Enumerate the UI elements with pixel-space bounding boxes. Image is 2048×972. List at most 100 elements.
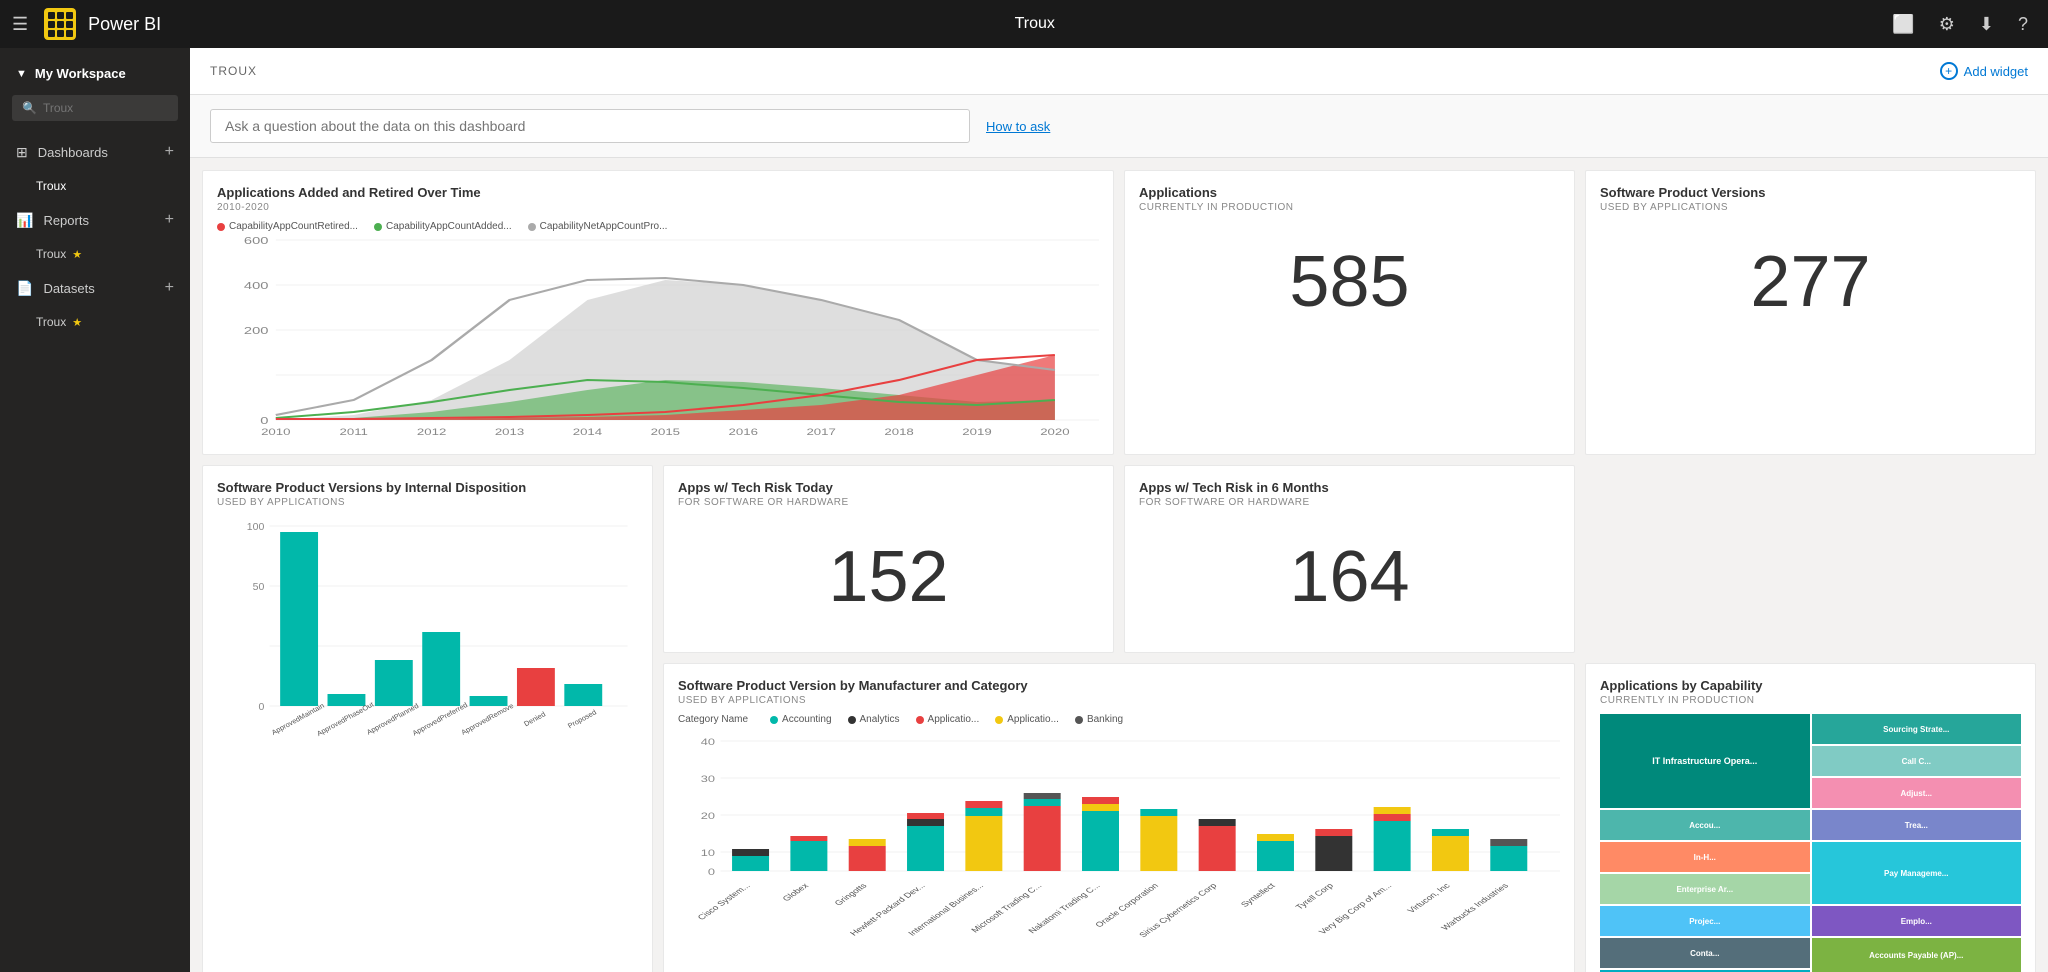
svg-text:2020: 2020 [1040,428,1069,438]
software-versions-value: 277 [1600,221,2021,343]
tm-conta: Conta... [1600,938,1810,968]
card-tech-risk-today-subtitle: FOR SOFTWARE OR HARDWARE [678,497,1099,508]
add-widget-label: Add widget [1964,64,2028,79]
legend-added-label: CapabilityAppCountAdded... [386,221,512,232]
search-icon: 🔍 [22,101,37,115]
card-sw-mfr-title: Software Product Version by Manufacturer… [678,678,1560,693]
legend-added: CapabilityAppCountAdded... [374,221,512,232]
card-tech-risk-6m-title: Apps w/ Tech Risk in 6 Months [1139,480,1560,495]
legend-accounting: Accounting [782,714,831,725]
svg-text:2010: 2010 [261,428,290,438]
apps-tech-risk-6m-value: 164 [1139,516,1560,638]
add-dashboard-icon[interactable]: + [165,143,174,161]
page-title: Troux [1015,15,1055,32]
svg-text:20: 20 [701,812,715,822]
svg-text:2014: 2014 [573,428,602,438]
sidebar-sub-troux-dataset[interactable]: Troux ★ [0,307,190,337]
svg-text:10: 10 [701,849,715,859]
legend-retired: CapabilityAppCountRetired... [217,221,358,232]
svg-text:40: 40 [701,738,715,748]
card-software-versions: Software Product Versions USED BY APPLIC… [1585,170,2036,455]
hamburger-menu[interactable]: ☰ [12,14,28,35]
screen-icon[interactable]: ⬜ [1884,10,1922,39]
card-applications-title: Applications [1139,185,1560,200]
qa-input[interactable] [210,109,970,143]
svg-text:Globex: Globex [780,881,811,903]
qa-bar: How to ask [190,95,2048,158]
tm-trea: Trea... [1812,810,2022,840]
sidebar-reports-label: Reports [43,213,164,228]
add-widget-circle-icon: + [1940,62,1958,80]
reports-icon: 📊 [16,212,33,229]
svg-text:Tyrell Corp: Tyrell Corp [1293,881,1335,911]
card-applications-subtitle: CURRENTLY IN PRODUCTION [1139,202,1560,213]
how-to-ask-link[interactable]: How to ask [986,119,1050,134]
add-widget-button[interactable]: + Add widget [1940,62,2028,80]
card-tech-risk-today-title: Apps w/ Tech Risk Today [678,480,1099,495]
svg-text:2016: 2016 [729,428,758,438]
tm-it-infra: IT Infrastructure Opera... [1600,714,1810,808]
svg-text:50: 50 [253,582,265,593]
search-input[interactable] [43,101,168,115]
legend-analytics: Analytics [860,714,900,725]
card-tech-risk-6m-subtitle: FOR SOFTWARE OR HARDWARE [1139,497,1560,508]
svg-text:2018: 2018 [884,428,913,438]
bar-chart-internal-disp-svg: 100 50 0 ApprovedMaintain ApprovedPhaseO… [217,516,638,776]
svg-text:2017: 2017 [806,428,835,438]
sidebar-item-datasets[interactable]: 📄 Datasets + [0,269,190,307]
help-icon[interactable]: ? [2010,10,2036,39]
sidebar-datasets-label: Datasets [43,281,164,296]
add-dataset-icon[interactable]: + [165,279,174,297]
legend-application2: Applicatio... [1007,714,1059,725]
svg-text:Cisco System...: Cisco System... [695,881,752,921]
card-apps-capability-title: Applications by Capability [1600,678,2021,693]
svg-text:30: 30 [701,775,715,785]
sidebar-item-reports[interactable]: 📊 Reports + [0,201,190,239]
svg-text:600: 600 [244,235,269,246]
tm-accou: Accou... [1600,810,1810,840]
sidebar-sub-troux-report[interactable]: Troux ★ [0,239,190,269]
tm-pay: Pay Manageme... [1812,842,2022,904]
svg-text:2012: 2012 [417,428,446,438]
svg-text:Syntellect: Syntellect [1238,881,1277,909]
legend-retired-label: CapabilityAppCountRetired... [229,221,358,232]
sidebar: ▼ My Workspace 🔍 ⊞ Dashboards + Troux 📊 … [0,48,190,972]
sidebar-dashboards-label: Dashboards [38,145,165,160]
add-report-icon[interactable]: + [165,211,174,229]
dashboard-grid: Applications Added and Retired Over Time… [190,158,2048,972]
powerbi-logo [44,8,76,40]
tm-accounts-payable: Accounts Payable (AP)... [1812,938,2022,972]
card-sw-int-disp-subtitle: USED BY APPLICATIONS [217,497,638,508]
svg-text:2015: 2015 [651,428,680,438]
tm-enter-ar: Enterprise Ar... [1600,874,1810,904]
workspace-section[interactable]: ▼ My Workspace [0,56,190,91]
topbar: ☰ Power BI Troux ⬜ ⚙ ⬇ ? [0,0,2048,48]
star-icon: ★ [72,248,82,261]
card-apps-tech-risk-6m: Apps w/ Tech Risk in 6 Months FOR SOFTWA… [1124,465,1575,653]
sidebar-search-box[interactable]: 🔍 [12,95,178,121]
svg-text:2019: 2019 [962,428,991,438]
tm-adjust: Adjust... [1812,778,2022,808]
card-apps-tech-risk-today: Apps w/ Tech Risk Today FOR SOFTWARE OR … [663,465,1114,653]
download-icon[interactable]: ⬇ [1971,10,2002,39]
sidebar-sub-troux-dashboard[interactable]: Troux [0,171,190,201]
legend-net: CapabilityNetAppCountPro... [528,221,668,232]
workspace-label: My Workspace [35,66,126,81]
card-apps-over-time-title: Applications Added and Retired Over Time [217,185,1099,200]
svg-text:0: 0 [259,702,265,713]
dataset-troux-label: Troux [36,315,66,329]
settings-icon[interactable]: ⚙ [1931,10,1963,39]
card-apps-by-capability: Applications by Capability CURRENTLY IN … [1585,663,2036,972]
line-chart-svg: 600 400 200 0 2010 2011 [217,240,1099,420]
card-apps-capability-subtitle: CURRENTLY IN PRODUCTION [1600,695,2021,706]
card-apps-over-time-subtitle: 2010-2020 [217,202,1099,213]
stacked-bar-chart-svg: 40 30 20 10 0 [678,731,1560,911]
apps-tech-risk-today-value: 152 [678,516,1099,638]
tm-proj: Projec... [1600,906,1810,936]
legend-banking: Banking [1087,714,1123,725]
svg-text:400: 400 [244,280,269,291]
svg-text:Proposed: Proposed [567,708,598,730]
card-software-versions-title: Software Product Versions [1600,185,2021,200]
chevron-down-icon: ▼ [16,68,27,80]
sidebar-item-dashboards[interactable]: ⊞ Dashboards + [0,133,190,171]
